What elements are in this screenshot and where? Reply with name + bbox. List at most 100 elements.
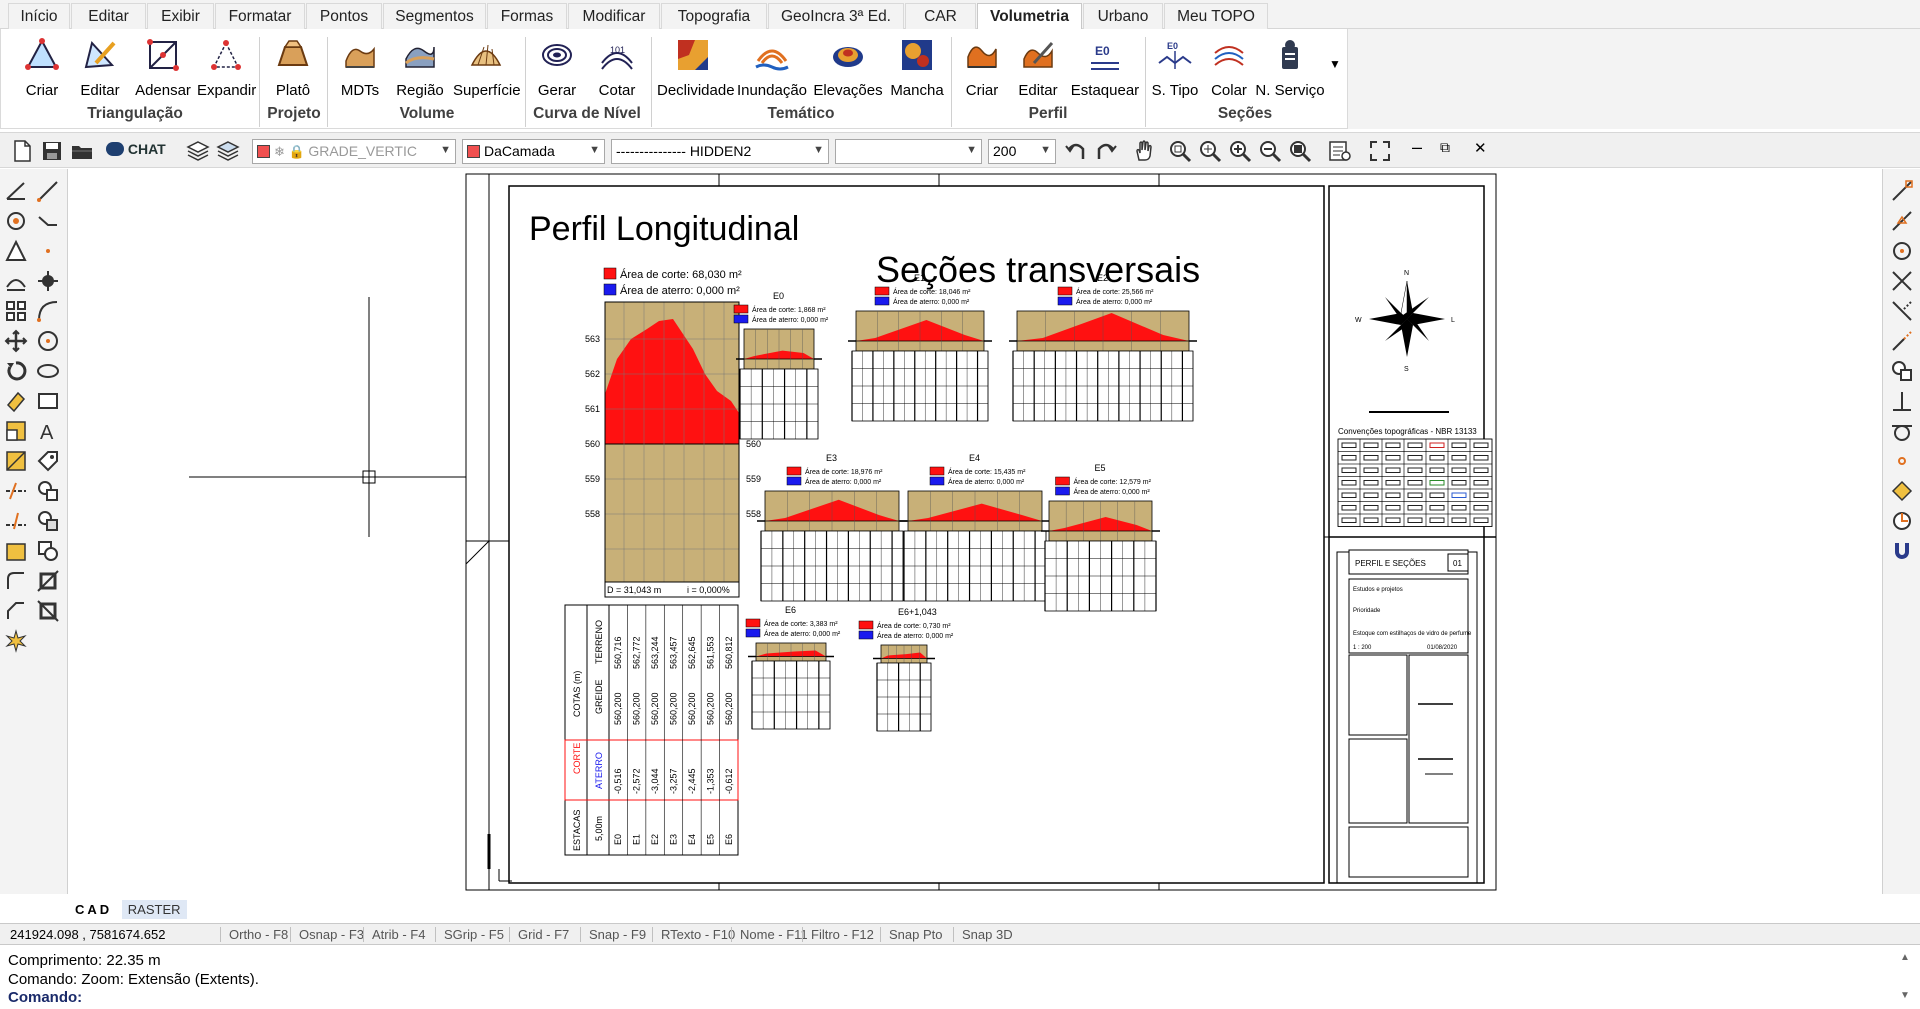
- drawing-canvas[interactable]: Perfil Longitudinal Seções transversais …: [69, 169, 1881, 897]
- text-icon[interactable]: A: [36, 419, 60, 443]
- line-icon[interactable]: [36, 179, 60, 203]
- block-icon[interactable]: [36, 479, 60, 503]
- contour-label-button[interactable]: 101 Cotar: [591, 35, 643, 101]
- layer-states-icon[interactable]: [216, 139, 240, 163]
- tab-editar[interactable]: Editar: [71, 3, 146, 29]
- undo-icon[interactable]: [1064, 139, 1088, 163]
- tab-formatar[interactable]: Formatar: [215, 3, 305, 29]
- triangle-tool-icon[interactable]: [4, 239, 28, 263]
- stretch-icon[interactable]: [4, 449, 28, 473]
- tab-cad[interactable]: CAD: [69, 900, 118, 919]
- snap-tangent-icon[interactable]: [1890, 419, 1914, 443]
- linetype-select[interactable]: --------------- HIDDEN2 ▼: [611, 139, 829, 164]
- tag-icon[interactable]: [36, 449, 60, 473]
- tab-inicio[interactable]: Início: [8, 3, 70, 29]
- tab-modificar[interactable]: Modificar: [568, 3, 660, 29]
- stake-button[interactable]: E0 Estaquear: [1067, 35, 1143, 101]
- pan-hand-icon[interactable]: [1132, 139, 1156, 163]
- polyline-icon[interactable]: [36, 209, 60, 233]
- plateau-button[interactable]: Platô: [267, 35, 319, 101]
- scale-select[interactable]: 200 ▼: [988, 139, 1056, 164]
- zoom-window-icon[interactable]: [1168, 139, 1192, 163]
- sketch-icon[interactable]: [4, 209, 28, 233]
- restore-icon[interactable]: ⧉: [1440, 139, 1450, 156]
- tab-car[interactable]: CAR: [905, 3, 976, 29]
- toggle-osnap[interactable]: Osnap - F3: [290, 927, 364, 942]
- triangulation-densify-button[interactable]: Adensar: [131, 35, 195, 101]
- tab-exibir[interactable]: Exibir: [147, 3, 214, 29]
- toggle-nome[interactable]: Nome - F11: [731, 927, 808, 942]
- insert-block-icon[interactable]: [36, 509, 60, 533]
- flood-button[interactable]: Inundação: [735, 35, 809, 101]
- triangulation-create-button[interactable]: Criar: [15, 35, 69, 101]
- tab-meu-topo[interactable]: Meu TOPO: [1164, 3, 1268, 29]
- point-icon[interactable]: [36, 239, 60, 263]
- snap-center-icon[interactable]: [36, 269, 60, 293]
- snap-perpendicular-icon[interactable]: [1890, 389, 1914, 413]
- toggle-atrib[interactable]: Atrib - F4: [363, 927, 425, 942]
- crop-icon[interactable]: [36, 569, 60, 593]
- chamfer-icon[interactable]: [4, 599, 28, 623]
- lineweight-select[interactable]: ▼: [835, 139, 982, 164]
- layers-icon[interactable]: [186, 139, 210, 163]
- arc-icon[interactable]: [36, 299, 60, 323]
- snap-center-point-icon[interactable]: [1890, 239, 1914, 263]
- service-note-button[interactable]: N. Serviço: [1255, 35, 1325, 101]
- close-icon[interactable]: ✕: [1474, 139, 1487, 157]
- tab-raster[interactable]: RASTER: [121, 900, 187, 919]
- redo-icon[interactable]: [1094, 139, 1118, 163]
- rotate-icon[interactable]: [4, 359, 28, 383]
- minimize-icon[interactable]: –: [1412, 137, 1422, 158]
- tab-formas[interactable]: Formas: [487, 3, 567, 29]
- profile-edit-button[interactable]: Editar: [1013, 35, 1063, 101]
- snap-apparent-icon[interactable]: [1890, 299, 1914, 323]
- scale-icon[interactable]: [4, 419, 28, 443]
- new-file-icon[interactable]: [10, 139, 34, 163]
- tab-volumetria[interactable]: Volumetria: [977, 3, 1082, 30]
- trim-icon[interactable]: [4, 479, 28, 503]
- snap-insertion-icon[interactable]: [1890, 359, 1914, 383]
- chat-button[interactable]: CHAT: [106, 141, 166, 163]
- triangulation-expand-button[interactable]: Expandir: [197, 35, 256, 101]
- toggle-sgrip[interactable]: SGrip - F5: [435, 927, 504, 942]
- toggle-rtexto[interactable]: RTexto - F10: [652, 927, 735, 942]
- snap-endpoint-icon[interactable]: [1890, 179, 1914, 203]
- slope-button[interactable]: Declividade: [657, 35, 735, 101]
- fullscreen-icon[interactable]: [1368, 139, 1392, 163]
- region-button[interactable]: Região: [393, 35, 447, 101]
- save-icon[interactable]: [40, 139, 64, 163]
- zoom-extents-icon[interactable]: [1288, 139, 1312, 163]
- toggle-snap[interactable]: Snap - F9: [580, 927, 646, 942]
- ribbon-more-icon[interactable]: ▼: [1329, 57, 1341, 71]
- triangulation-edit-button[interactable]: Editar: [73, 35, 127, 101]
- contour-generate-button[interactable]: Gerar: [531, 35, 583, 101]
- viewport-icon[interactable]: [36, 599, 60, 623]
- toggle-snap-3d[interactable]: Snap 3D: [953, 927, 1013, 942]
- snap-midpoint-icon[interactable]: [1890, 209, 1914, 233]
- zoom-in-icon[interactable]: [1228, 139, 1252, 163]
- magnet-icon[interactable]: [1890, 539, 1914, 563]
- scroll-up-icon[interactable]: ▲: [1900, 952, 1910, 963]
- color-select[interactable]: DaCamada ▼: [462, 139, 605, 164]
- elevations-button[interactable]: Elevações: [813, 35, 883, 101]
- mdts-button[interactable]: MDTs: [335, 35, 385, 101]
- measure-icon[interactable]: [4, 179, 28, 203]
- tab-urbano[interactable]: Urbano: [1083, 3, 1163, 29]
- extend-icon[interactable]: [4, 509, 28, 533]
- snap-extension-icon[interactable]: [1890, 329, 1914, 353]
- toggle-ortho[interactable]: Ortho - F8: [220, 927, 288, 942]
- erase-icon[interactable]: [4, 389, 28, 413]
- toggle-grid[interactable]: Grid - F7: [509, 927, 569, 942]
- snap-node-icon[interactable]: [1890, 449, 1914, 473]
- snap-quadrant-icon[interactable]: [1890, 479, 1914, 503]
- burst-icon[interactable]: [4, 629, 28, 653]
- open-folder-icon[interactable]: [70, 139, 94, 163]
- command-prompt[interactable]: Comando:: [8, 989, 82, 1006]
- scroll-down-icon[interactable]: ▼: [1900, 990, 1910, 1001]
- circle-icon[interactable]: [36, 329, 60, 353]
- toggle-snap-pto[interactable]: Snap Pto: [880, 927, 943, 942]
- stain-button[interactable]: Mancha: [887, 35, 947, 101]
- explode-icon[interactable]: [36, 539, 60, 563]
- zoom-out-icon[interactable]: [1258, 139, 1282, 163]
- fillet-icon[interactable]: [4, 569, 28, 593]
